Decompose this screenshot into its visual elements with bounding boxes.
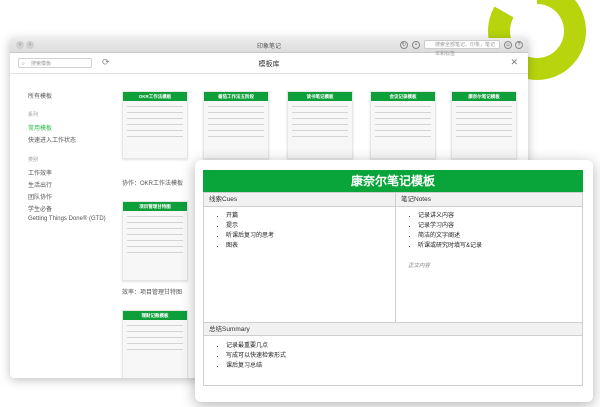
sidebar-item-all[interactable]: 所有模板 (28, 91, 52, 100)
template-card[interactable]: 读书笔记模板 (287, 91, 353, 159)
template-card[interactable]: OKR工作法模板 (122, 91, 188, 159)
sidebar-item-common[interactable]: 常用模板 (28, 123, 52, 132)
sidebar-item-student[interactable]: 学生必备 (28, 204, 52, 213)
notes-list: 记录讲义内容 记录学习内容 简洁的文字阐述 听课或研究时填写&记录 (396, 211, 482, 251)
notes-body: 正文内容 (408, 263, 431, 269)
card-title: 康奈尔笔记模板 (452, 92, 516, 101)
template-card[interactable]: 康奈尔笔记模板 (451, 91, 517, 159)
account-icon[interactable]: ☺ (504, 41, 512, 49)
template-card[interactable]: 会议记录模板 (370, 91, 436, 159)
cornell-grid: 线索Cues 笔记Notes 开篇 提示 听课后复习的思考 图表 记录讲义内容 … (203, 192, 583, 386)
list-item: 简洁的文字阐述 (418, 231, 482, 241)
card-title: 项目管理甘特图 (123, 202, 187, 211)
sidebar-item-team[interactable]: 团队协作 (28, 192, 52, 201)
title-bar: ‹ › 印象笔记 ↻ • 搜索全部笔记、印象，笔记本和标签 ☺ ? (10, 38, 528, 57)
sidebar-series-head: 系列 (28, 112, 39, 118)
global-search-input[interactable]: 搜索全部笔记、印象，笔记本和标签 (424, 40, 500, 57)
card-caption: 效率：项目管理甘特图 (122, 290, 183, 296)
sidebar: 所有模板 系列 常用模板 快速进入工作状态 类别 工作效率 生活出行 团队协作 … (10, 73, 110, 378)
list-item: 记录讲义内容 (418, 211, 482, 221)
sidebar-category-head: 类别 (28, 157, 39, 163)
sidebar-item-life[interactable]: 生活出行 (28, 180, 52, 189)
sidebar-item-gtd[interactable]: Getting Things Done® (GTD) (28, 216, 106, 222)
template-card[interactable]: 项目管理甘特图 (122, 201, 188, 281)
card-title: 读书笔记模板 (288, 92, 352, 101)
list-item: 课后复习总结 (226, 361, 286, 371)
notes-heading: 笔记Notes (396, 193, 582, 207)
list-item: 记录最重要几点 (226, 341, 286, 351)
card-title: OKR工作法模板 (123, 92, 187, 101)
list-item: 记录学习内容 (418, 221, 482, 231)
sidebar-item-efficiency[interactable]: 工作效率 (28, 168, 52, 177)
card-title: 会议记录模板 (371, 92, 435, 101)
sync-icon[interactable]: ↻ (400, 41, 408, 49)
card-title: 番茄工作法五阶段 (204, 92, 268, 101)
template-card[interactable]: 番茄工作法五阶段 (203, 91, 269, 159)
notification-icon[interactable]: • (412, 41, 420, 49)
summary-heading: 总结Summary (204, 322, 582, 336)
list-item: 写成可以快速检索形式 (226, 351, 286, 361)
template-toolbar: ⌕ 搜索模板 ⟳ 模板库 ✕ (10, 53, 528, 74)
close-icon[interactable]: ✕ (510, 57, 518, 68)
sidebar-item-quickstart[interactable]: 快速进入工作状态 (28, 135, 76, 144)
list-item: 听课或研究时填写&记录 (418, 241, 482, 251)
list-item: 听课后复习的思考 (226, 231, 274, 241)
library-title: 模板库 (258, 61, 280, 68)
card-title: 理财记账模板 (123, 311, 187, 320)
summary-list: 记录最重要几点 写成可以快速检索形式 课后复习总结 (204, 341, 286, 371)
template-preview: 康奈尔笔记模板 线索Cues 笔记Notes 开篇 提示 听课后复习的思考 图表… (195, 160, 593, 402)
list-item: 提示 (226, 221, 274, 231)
cues-heading: 线索Cues (204, 193, 395, 207)
preview-title: 康奈尔笔记模板 (203, 170, 583, 192)
help-icon[interactable]: ? (515, 41, 523, 49)
list-item: 图表 (226, 241, 274, 251)
cues-list: 开篇 提示 听课后复习的思考 图表 (204, 211, 274, 251)
card-caption: 协作：OKR工作法模板 (122, 181, 184, 187)
template-card[interactable]: 理财记账模板 (122, 310, 188, 378)
list-item: 开篇 (226, 211, 274, 221)
